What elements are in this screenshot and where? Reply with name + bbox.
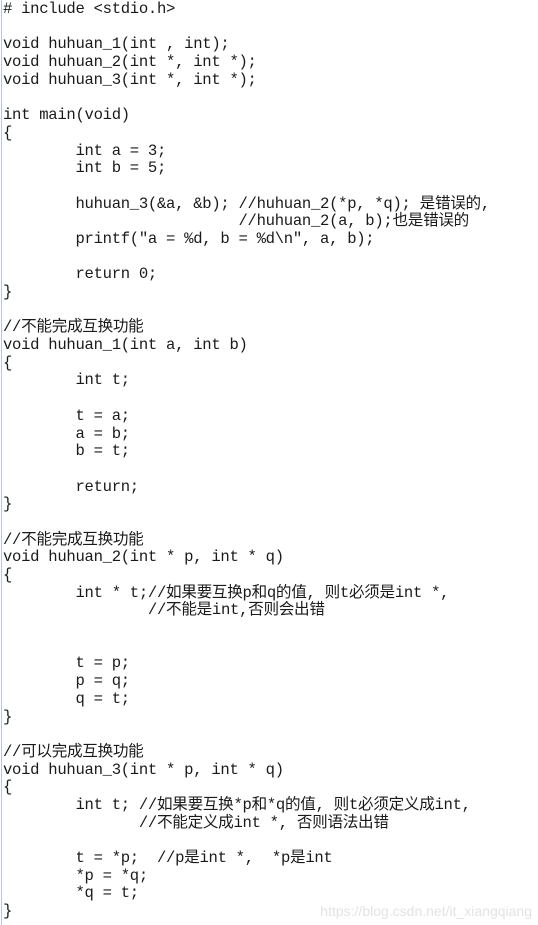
code-line: void huhuan_1(int a, int b) (3, 336, 248, 355)
code-line: //huhuan_2(a, b);也是错误的 (3, 212, 470, 231)
code-line: int a = 3; (3, 141, 167, 160)
code-line: //可以完成互换功能 (3, 742, 144, 761)
code-line: //不能是int,否则会出错 (3, 601, 325, 620)
code-line: printf("a = %d, b = %d\n", a, b); (3, 229, 375, 248)
code-line: { (3, 566, 13, 584)
code-line: //不能完成互换功能 (3, 318, 144, 337)
code-line: t = p; (3, 654, 130, 673)
code-line: return 0; (3, 265, 157, 284)
code-line: { (3, 778, 13, 797)
code-line: } (3, 495, 13, 514)
code-line: int t; //如果要互换*p和*q的值, 则t必须定义成int, (3, 795, 471, 814)
code-line: } (3, 283, 13, 301)
code-line: *p = *q; (3, 866, 148, 885)
code-line: int t; (3, 371, 130, 390)
source-code[interactable]: # include <stdio.h> void huhuan_1(int , i… (3, 0, 490, 921)
code-line: *q = t; (3, 884, 139, 903)
code-line: huhuan_3(&a, &b); //huhuan_2(*p, *q); 是错… (3, 194, 490, 213)
code-line: int b = 5; (3, 159, 167, 178)
code-line: } (3, 707, 13, 726)
code-line: //不能定义成int *, 否则语法出错 (3, 813, 389, 832)
code-line: void huhuan_3(int * p, int * q) (3, 760, 284, 779)
code-line: int * t;//如果要互换p和q的值, 则t必须是int *, (3, 583, 450, 602)
watermark: https://blog.csdn.net/it_xiangqiang (320, 903, 532, 919)
code-line: void huhuan_2(int *, int *); (3, 53, 257, 72)
editor-left-border (1, 0, 2, 925)
code-line: t = *p; //p是int *, *p是int (3, 849, 333, 867)
code-line: void huhuan_3(int *, int *); (3, 70, 257, 89)
code-line: # include <stdio.h> (3, 0, 176, 18)
code-line: //不能完成互换功能 (3, 530, 144, 549)
code-line: void huhuan_1(int , int); (3, 35, 230, 54)
code-line: p = q; (3, 672, 130, 691)
code-line: a = b; (3, 424, 130, 443)
code-line: void huhuan_2(int * p, int * q) (3, 548, 284, 567)
code-line: { (3, 353, 13, 372)
code-editor[interactable]: # include <stdio.h> void huhuan_1(int , i… (0, 0, 538, 925)
code-line: t = a; (3, 406, 130, 425)
code-line: b = t; (3, 442, 130, 461)
code-line: { (3, 123, 13, 142)
code-line: q = t; (3, 689, 130, 708)
code-line: int main(void) (3, 106, 130, 125)
code-line: return; (3, 477, 139, 496)
